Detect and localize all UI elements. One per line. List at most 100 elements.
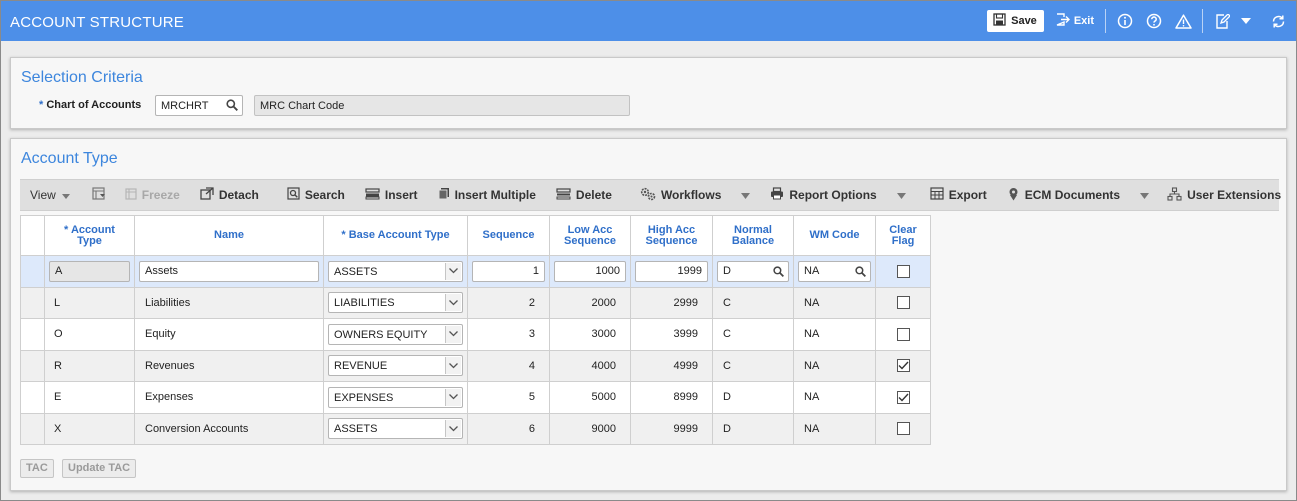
low-acc-sequence-cell: 4000 [549,349,631,382]
sequence-cell: 6 [467,412,550,445]
export-button[interactable]: Export [930,187,987,203]
delete-label: Delete [575,188,612,202]
report-options-button[interactable]: Report Options [770,187,877,203]
base-account-type-select[interactable]: OWNERS EQUITY [328,323,463,345]
row-selector[interactable] [20,349,45,382]
export-label: Export [948,188,987,202]
sequence-cell: 4 [467,349,550,382]
table-row[interactable]: R Revenues REVENUE 4 4000 4999 C NA [20,349,931,382]
report-options-dropdown[interactable] [896,188,906,202]
normal-balance-cell: C [712,286,794,319]
workflows-dropdown[interactable] [741,188,751,202]
low-acc-header-line2: Sequence [564,234,616,247]
header-toolbar: Save Exit [987,9,1288,33]
row-selector[interactable] [20,412,45,445]
sequence-field[interactable]: 1 [472,260,545,282]
search-icon[interactable] [773,266,784,280]
ecm-documents-button[interactable]: ECM Documents [1007,187,1120,204]
save-button[interactable]: Save [987,10,1044,32]
freeze-button[interactable]: Freeze [125,187,180,203]
table-row[interactable]: L Liabilities LIABILITIES 2 2000 2999 C … [20,286,931,319]
chevron-down-icon [741,188,751,202]
low-acc-sequence-cell: 9000 [549,412,631,445]
column-header-wm-code[interactable]: WM Code [793,215,876,256]
search-icon[interactable] [226,99,238,114]
table-row[interactable]: A Assets ASSETS 1 1000 1999 D NA [20,255,931,288]
clear-flag-checkbox[interactable] [896,422,910,436]
tac-button[interactable]: TAC [20,459,54,478]
insert-multiple-button[interactable]: Insert Multiple [438,187,536,203]
delete-button[interactable]: Delete [556,187,612,203]
row-selector[interactable] [20,318,45,351]
row-selector[interactable] [20,286,45,319]
printer-icon [770,187,784,203]
chart-of-accounts-input[interactable]: MRCHRT [155,95,243,116]
refresh-icon[interactable] [1268,11,1288,31]
high-acc-sequence-cell: 3999 [630,318,713,351]
column-header-base-account-type[interactable]: * Base Account Type [323,215,468,256]
base-account-type-select[interactable]: REVENUE [328,355,463,377]
view-menu[interactable]: View [30,188,70,202]
column-settings-button[interactable] [92,187,111,203]
clear-flag-checkbox[interactable] [896,296,910,310]
column-header-name[interactable]: Name [134,215,324,256]
column-header-low-acc-sequence[interactable]: Low Acc Sequence [549,215,631,256]
warning-icon[interactable] [1173,11,1193,31]
normal-balance-field[interactable]: D [717,260,789,282]
name-field[interactable]: Assets [139,260,319,282]
chevron-down-icon [445,294,461,312]
name-cell: Equity [134,318,324,351]
user-extensions-button[interactable]: User Extensions [1167,186,1281,204]
workflows-button[interactable]: Workflows [640,187,721,204]
base-account-type-select[interactable]: ASSETS [328,260,463,282]
account-type-field[interactable]: A [49,260,130,282]
base-account-type-value: REVENUE [334,360,388,373]
normal-balance-cell: C [712,349,794,382]
clear-flag-checkbox-checked[interactable] [896,390,910,404]
base-account-type-select[interactable]: LIABILITIES [328,292,463,314]
clear-flag-checkbox-checked[interactable] [896,359,910,373]
clear-flag-checkbox[interactable] [896,264,910,278]
update-tac-button[interactable]: Update TAC [62,459,137,478]
normal-balance-cell: C [712,318,794,351]
grid-toolbar: View Freeze Detach Search Insert Insert … [20,179,1281,211]
column-header-account-type[interactable]: * Account Type [44,215,135,256]
base-account-type-select[interactable]: EXPENSES [328,386,463,408]
ecm-documents-dropdown[interactable] [1140,188,1150,202]
table-row[interactable]: X Conversion Accounts ASSETS 6 9000 9999… [20,412,931,445]
edit-note-icon[interactable] [1212,11,1232,31]
wm-code-field[interactable]: NA [798,260,871,282]
info-icon[interactable] [1115,11,1135,31]
clear-flag-checkbox[interactable] [896,327,910,341]
sequence-cell: 5 [467,381,550,414]
account-type-header-line2: Type [77,234,102,247]
normal-balance-value: D [723,265,731,278]
insert-button[interactable]: Insert [365,187,418,203]
report-options-label: Report Options [789,188,877,202]
low-acc-sequence-field[interactable]: 1000 [554,260,626,282]
detach-button[interactable]: Detach [200,187,259,203]
sequence-cell: 3 [467,318,550,351]
row-selector[interactable] [20,381,45,414]
help-icon[interactable] [1144,11,1164,31]
table-row[interactable]: E Expenses EXPENSES 5 5000 8999 D NA [20,381,931,414]
row-selector[interactable] [20,255,45,288]
insert-label: Insert [384,188,418,202]
search-label: Search [304,188,345,202]
column-header-normal-balance[interactable]: Normal Balance [712,215,794,256]
search-button[interactable]: Search [287,187,345,203]
save-label: Save [1011,15,1037,27]
chevron-down-icon[interactable] [1236,11,1256,31]
table-row[interactable]: O Equity OWNERS EQUITY 3 3000 3999 C NA [20,318,931,351]
column-header-sequence[interactable]: Sequence [467,215,550,256]
base-account-type-select[interactable]: ASSETS [328,418,463,440]
high-acc-sequence-field[interactable]: 1999 [635,260,708,282]
column-header-clear-flag[interactable]: Clear Flag [875,215,931,256]
insert-multiple-label: Insert Multiple [454,188,536,202]
search-icon [287,187,300,203]
exit-button[interactable]: Exit [1056,13,1094,29]
high-acc-sequence-cell: 8999 [630,381,713,414]
wm-code-cell: NA [793,318,876,351]
column-header-high-acc-sequence[interactable]: High Acc Sequence [630,215,713,256]
search-icon[interactable] [855,266,866,280]
